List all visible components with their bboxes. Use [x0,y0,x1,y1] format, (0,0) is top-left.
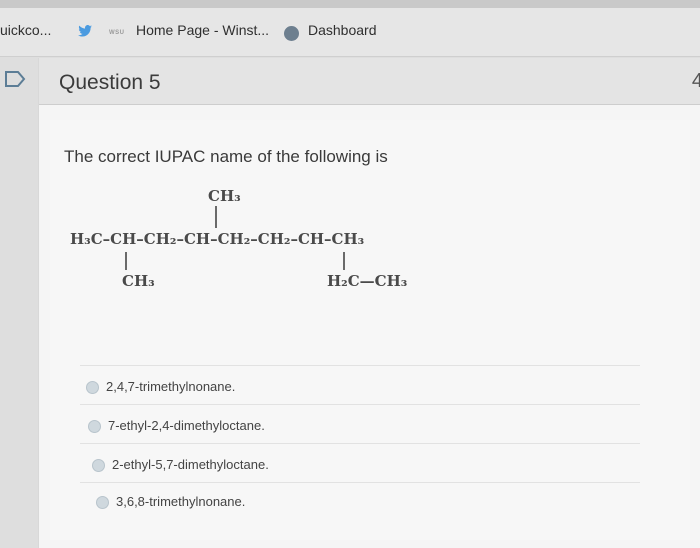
options-divider-top [80,365,640,366]
option-4-label[interactable]: 3,6,8-trimethylnonane. [116,494,245,509]
wsu-logo-icon: WSU [109,30,125,36]
option-divider [80,404,640,405]
option-4-radio[interactable] [96,496,109,509]
browser-top-strip [0,0,700,8]
question-body [50,120,690,540]
twitter-bird-icon [78,25,92,37]
option-3-radio[interactable] [92,459,105,472]
structure-bond-right [343,252,345,270]
question-prompt: The correct IUPAC name of the following … [64,147,388,166]
option-3-label[interactable]: 2-ethyl-5,7-dimethyloctane. [112,457,269,472]
structure-right-branch: H₂C—CH₃ [327,272,408,290]
bookmarks-bar: uickco... WSU Home Page - Winst... Dashb… [0,8,700,57]
dashboard-icon [284,26,299,41]
structure-main-chain: H₃C–CH–CH₂–CH–CH₂–CH₂–CH–CH₃ [70,230,365,248]
question-header: Question 5 4 [39,58,700,105]
structure-top-branch: CH₃ [208,187,241,205]
structure-left-branch: CH₃ [122,272,155,290]
bookmark-dashboard[interactable]: Dashboard [308,22,377,38]
option-divider [80,482,640,483]
option-2-label[interactable]: 7-ethyl-2,4-dimethyloctane. [108,418,265,433]
question-title: Question 5 [59,71,161,94]
option-1-radio[interactable] [86,381,99,394]
bookmark-quickco[interactable]: uickco... [0,22,51,38]
option-1-label[interactable]: 2,4,7-trimethylnonane. [106,379,235,394]
option-divider [80,443,640,444]
flag-question-icon[interactable] [4,70,26,88]
option-2-radio[interactable] [88,420,101,433]
structure-bond-left [125,252,127,270]
structure-bond-top [215,206,217,228]
question-points: 4 [691,70,700,92]
bookmark-home-page[interactable]: Home Page - Winst... [136,22,269,38]
